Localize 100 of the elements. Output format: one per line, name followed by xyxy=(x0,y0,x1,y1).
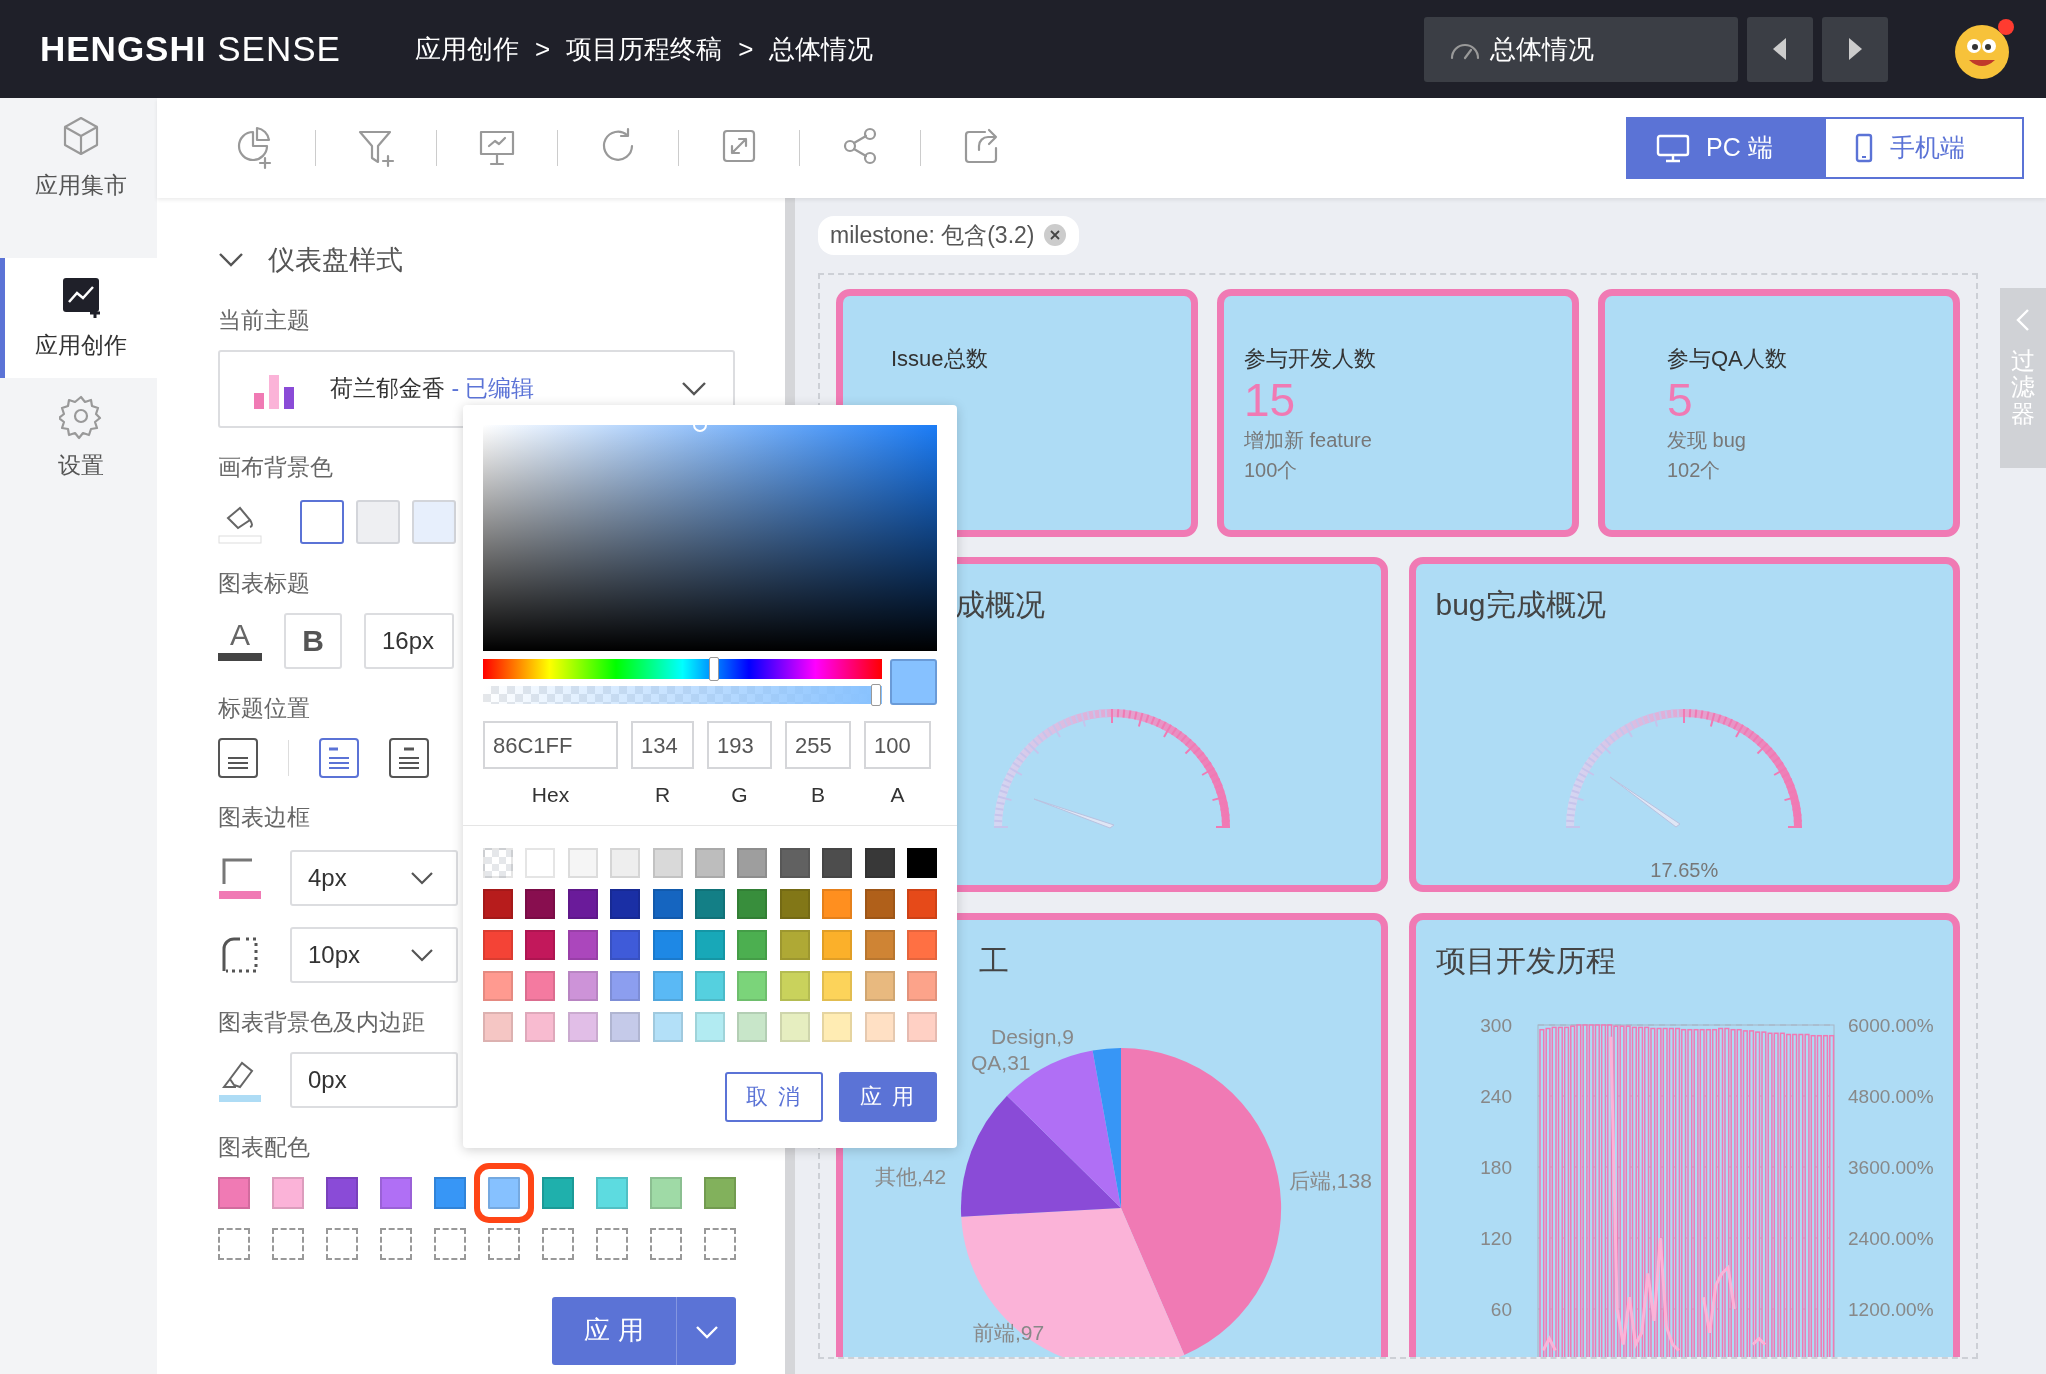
kpi-title: 参与QA人数 xyxy=(1667,344,1788,373)
empty-color-slot[interactable] xyxy=(272,1227,304,1260)
dropdown-button[interactable] xyxy=(677,1296,736,1365)
alpha-slider[interactable] xyxy=(483,686,882,704)
field-label: 图表标题 xyxy=(218,568,310,598)
field-label: 图表边框 xyxy=(218,802,310,832)
next-button[interactable] xyxy=(1822,16,1888,82)
color-preview xyxy=(890,659,937,705)
gauge-reading: 17.65% xyxy=(1650,857,1719,883)
field-label: B xyxy=(810,782,826,808)
settings-icon xyxy=(59,393,103,440)
empty-color-slot[interactable] xyxy=(650,1227,682,1260)
title-position-option[interactable] xyxy=(319,737,359,778)
pie-label: 前端,97 xyxy=(973,1320,1045,1344)
breadcrumb-item[interactable]: 项目历程终稿 xyxy=(566,29,723,69)
palette-color[interactable] xyxy=(596,1176,628,1209)
border-radius-select[interactable]: 10px xyxy=(290,926,458,983)
empty-color-slot[interactable] xyxy=(542,1227,574,1260)
palette-color[interactable] xyxy=(542,1176,574,1209)
kpi-title: 参与开发人数 xyxy=(1244,344,1377,373)
kpi-detail: 发现 bug xyxy=(1667,428,1747,454)
kpi-count: 100个 xyxy=(1244,458,1299,484)
palette-color[interactable] xyxy=(650,1176,682,1209)
chevron-down-icon xyxy=(410,947,434,962)
padding-field[interactable]: 0px xyxy=(290,1051,458,1108)
axis-tick-label: 300 xyxy=(1479,1014,1512,1036)
empty-color-slot[interactable] xyxy=(326,1227,358,1260)
sidebar-item[interactable]: 设置 xyxy=(0,378,157,498)
field-label: R xyxy=(653,782,672,808)
logo-text: HENGSHI SENSE xyxy=(40,27,341,70)
palette-color[interactable] xyxy=(380,1176,412,1209)
field-label: A xyxy=(889,782,906,808)
breadcrumb-item[interactable]: 应用创作 xyxy=(415,29,519,69)
breadcrumb-item[interactable]: 总体情况 xyxy=(769,29,874,69)
chevron-down-icon[interactable] xyxy=(218,252,244,269)
field-label: 图表背景色及内边距 xyxy=(218,1007,425,1037)
transparent-swatch[interactable] xyxy=(483,847,513,878)
previous-button[interactable] xyxy=(1747,16,1813,82)
axis-tick-label: 4800.00% xyxy=(1847,1085,1934,1107)
pie-label: 其他,42 xyxy=(875,1164,947,1188)
bold-button[interactable]: B xyxy=(284,612,342,669)
slider-thumb[interactable] xyxy=(709,657,720,681)
chevron-down-icon xyxy=(410,870,434,885)
field-label: 图表配色 xyxy=(218,1132,310,1162)
empty-color-slot[interactable] xyxy=(596,1227,628,1260)
sidebar-item[interactable]: 应用创作 xyxy=(0,258,157,378)
palette-color[interactable] xyxy=(434,1176,466,1209)
palette-color[interactable] xyxy=(326,1176,358,1209)
color-value-field[interactable]: 255 xyxy=(785,721,851,769)
axis-tick-label: 60 xyxy=(1490,1298,1512,1320)
dashboard-selector[interactable]: 总体情况 xyxy=(1424,16,1738,82)
sidebar-item[interactable]: 应用集市 xyxy=(0,98,157,218)
slider-thumb[interactable] xyxy=(871,684,881,706)
border-width-select[interactable]: 4px xyxy=(290,849,458,906)
title-position-option[interactable] xyxy=(218,737,258,778)
empty-color-slot[interactable] xyxy=(380,1227,412,1260)
phone-icon xyxy=(1854,133,1874,163)
palette-color[interactable] xyxy=(218,1176,250,1209)
close-icon[interactable] xyxy=(1042,223,1067,248)
font-color-button[interactable]: A xyxy=(218,620,262,661)
palette-color[interactable] xyxy=(272,1176,304,1209)
device-tab[interactable]: 手机端 xyxy=(1824,117,2024,179)
filter-chip[interactable]: milestone: 包含(3.2) xyxy=(818,216,1079,255)
chart-title: 工 xyxy=(979,942,1010,979)
color-value-field[interactable]: 134 xyxy=(631,721,694,769)
empty-color-slot[interactable] xyxy=(488,1227,520,1260)
font-size-field[interactable]: 16px xyxy=(364,612,454,669)
hue-slider[interactable] xyxy=(483,659,882,679)
apply-button[interactable]: 应 用 xyxy=(839,1071,937,1122)
color-value-field[interactable]: 86C1FF xyxy=(483,721,618,769)
breadcrumb-item[interactable]: > xyxy=(738,29,754,69)
field-label: 当前主题 xyxy=(218,305,310,335)
kpi-count: 102个 xyxy=(1667,458,1722,484)
pie-label: 后端,138 xyxy=(1289,1168,1372,1192)
color-swatch[interactable] xyxy=(300,499,344,544)
pie-label: QA,31 xyxy=(971,1050,1031,1074)
field-label: G xyxy=(730,782,749,808)
title-position-option[interactable] xyxy=(389,737,429,778)
kpi-value: 15 xyxy=(1244,374,1297,426)
color-value-field[interactable]: 193 xyxy=(707,721,772,769)
axis-tick-label: 120 xyxy=(1479,1227,1512,1249)
axis-tick-label: 3600.00% xyxy=(1847,1156,1934,1178)
chart-title: 成概况 xyxy=(955,586,1045,623)
color-value-field[interactable]: 100 xyxy=(864,721,931,769)
empty-color-slot[interactable] xyxy=(218,1227,250,1260)
axis-tick-label: 180 xyxy=(1479,1156,1512,1178)
cancel-button[interactable]: 取 消 xyxy=(725,1071,823,1122)
field-label: 画布背景色 xyxy=(218,452,333,482)
avatar-icon[interactable] xyxy=(1954,18,2016,80)
palette-color[interactable] xyxy=(704,1176,736,1209)
empty-color-slot[interactable] xyxy=(434,1227,466,1260)
kpi-detail: 增加新 feature xyxy=(1244,428,1373,454)
axis-tick-label: 240 xyxy=(1479,1085,1512,1107)
apply-button[interactable]: 应 用 xyxy=(552,1296,677,1365)
pie-label: Design,9 xyxy=(991,1024,1074,1048)
breadcrumb-item[interactable]: > xyxy=(535,29,551,69)
kpi-value: 5 xyxy=(1667,374,1694,426)
empty-color-slot[interactable] xyxy=(704,1227,736,1260)
device-tab[interactable]: PC 端 xyxy=(1626,117,1824,179)
chevron-left-icon xyxy=(2015,308,2031,332)
